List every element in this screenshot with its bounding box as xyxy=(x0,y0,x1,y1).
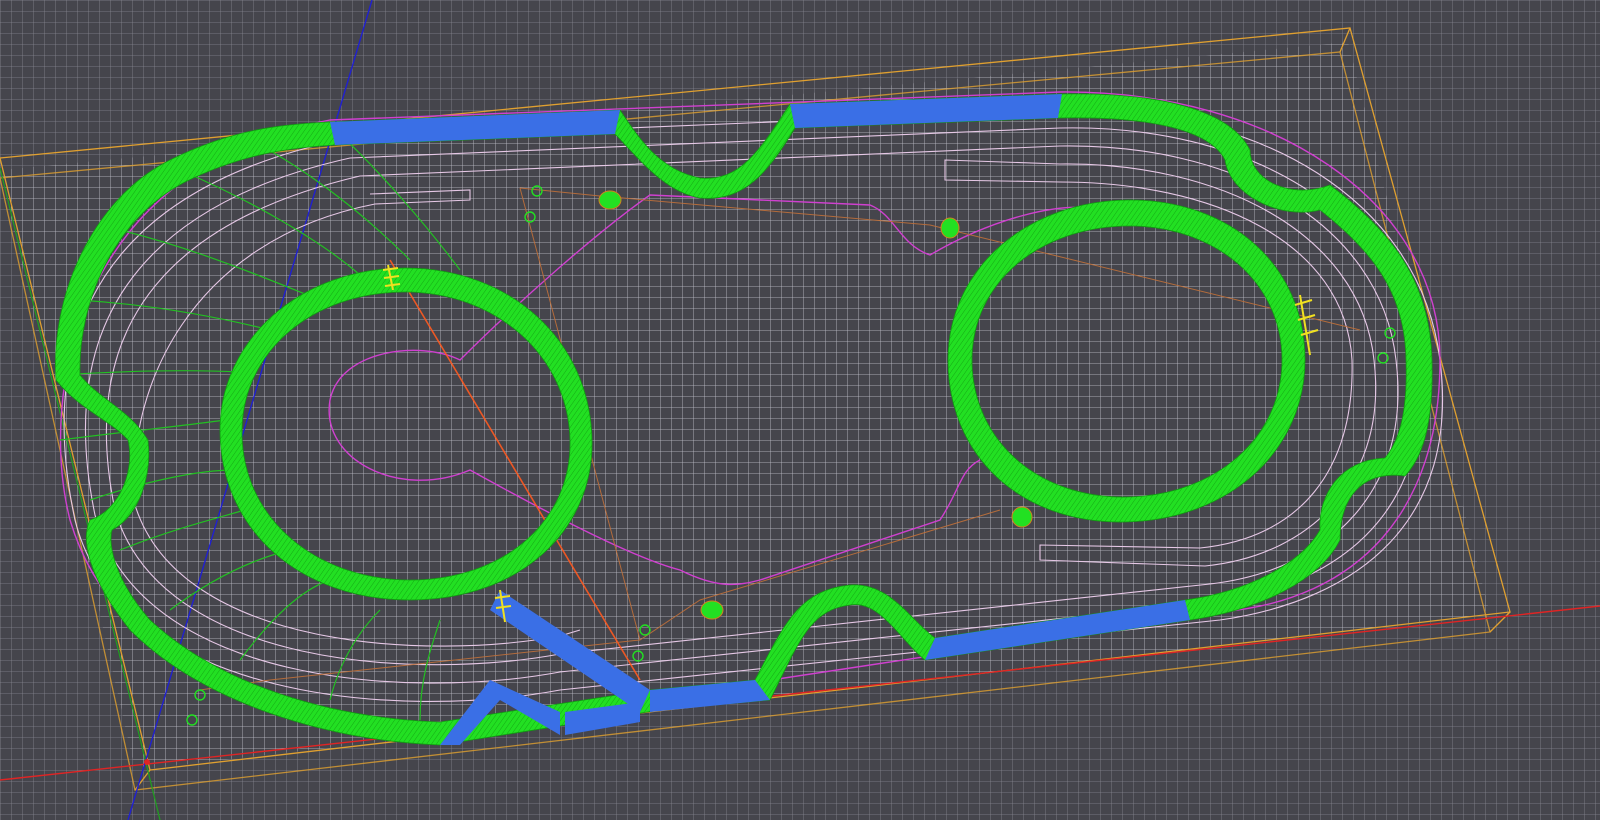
origin-marker xyxy=(144,759,150,765)
hole-cut xyxy=(940,217,960,239)
hole-cut xyxy=(1011,506,1033,528)
hole-cut xyxy=(700,600,724,620)
hole-cut xyxy=(598,190,622,210)
cam-3d-viewport[interactable] xyxy=(0,0,1600,820)
toolpath-scene[interactable] xyxy=(0,0,1600,820)
